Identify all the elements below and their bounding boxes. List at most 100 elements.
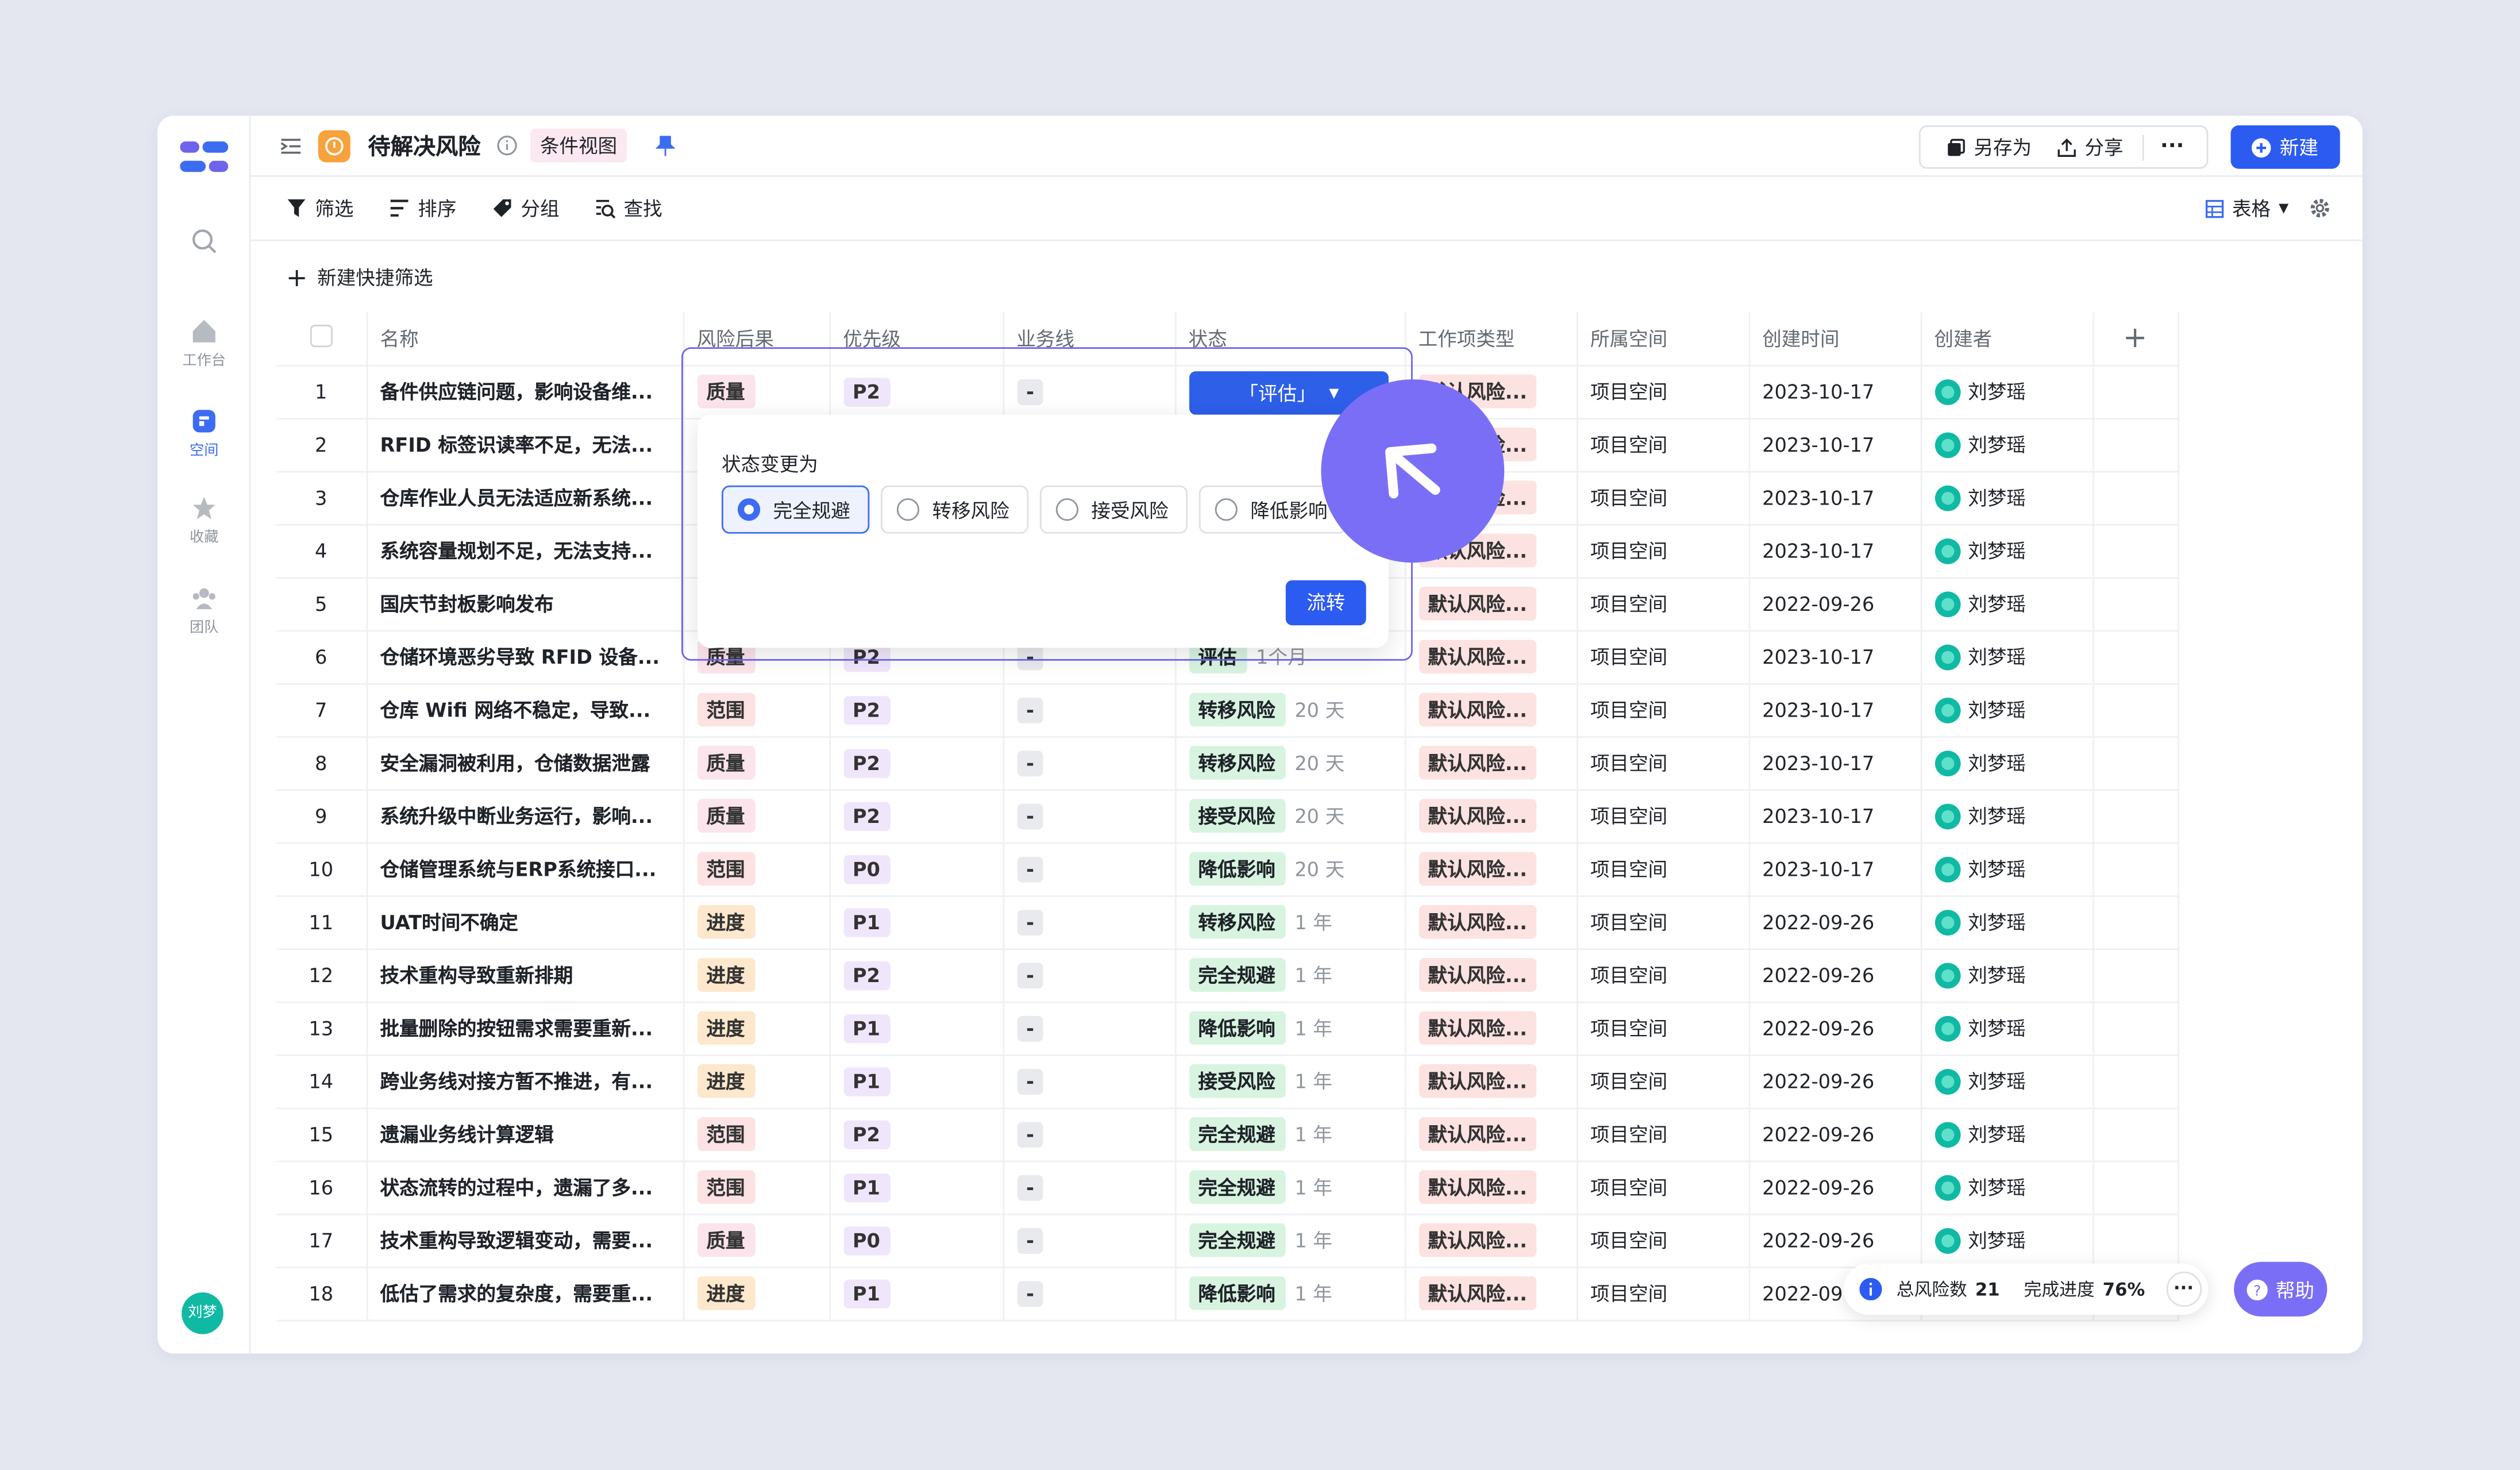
status-cell[interactable]: 接受风险 20 天 [1174, 789, 1406, 844]
creator-cell[interactable]: 刘梦瑶 [1920, 524, 2094, 578]
risk-cell[interactable]: 质量 [683, 1213, 830, 1268]
space-cell[interactable]: 项目空间 [1577, 1054, 1750, 1109]
row-title[interactable]: UAT时间不确定 [366, 895, 684, 949]
space-cell[interactable]: 项目空间 [1577, 577, 1750, 631]
business-line-cell[interactable]: - [1003, 1001, 1176, 1056]
risk-cell[interactable]: 范围 [683, 683, 830, 737]
creator-cell[interactable]: 刘梦瑶 [1920, 683, 2094, 737]
avatar[interactable]: 刘梦 [182, 1292, 224, 1334]
type-cell[interactable]: 默认风险... [1404, 842, 1578, 896]
type-cell[interactable]: 默认风险... [1404, 895, 1578, 949]
status-cell[interactable]: 降低影响 1 年 [1174, 1267, 1406, 1321]
submit-button[interactable]: 流转 [1285, 580, 1366, 626]
date-cell[interactable]: 2022-09-26 [1748, 577, 1922, 631]
creator-cell[interactable]: 刘梦瑶 [1920, 364, 2094, 419]
date-cell[interactable]: 2023-10-17 [1748, 683, 1922, 737]
space-cell[interactable]: 项目空间 [1577, 364, 1750, 419]
status-cell[interactable]: 转移风险 1 年 [1174, 895, 1406, 949]
status-cell[interactable]: 完全规避 1 年 [1174, 1213, 1406, 1268]
space-cell[interactable]: 项目空间 [1577, 948, 1750, 1003]
risk-cell[interactable]: 质量 [683, 789, 830, 844]
row-title[interactable]: 低估了需求的复杂度，需要重... [366, 1267, 684, 1321]
date-cell[interactable]: 2023-10-17 [1748, 471, 1922, 525]
date-cell[interactable]: 2023-10-17 [1748, 364, 1922, 419]
status-cell[interactable]: 转移风险 20 天 [1174, 736, 1406, 790]
type-cell[interactable]: 默认风险... [1404, 1107, 1578, 1161]
creator-cell[interactable]: 刘梦瑶 [1920, 1213, 2094, 1268]
collapse-sidebar-icon[interactable] [280, 134, 302, 157]
save-as-button[interactable]: 另存为 [1933, 133, 2044, 161]
search-icon[interactable] [157, 228, 251, 259]
space-cell[interactable]: 项目空间 [1577, 842, 1750, 896]
sidebar-item-team[interactable]: 团队 [157, 585, 251, 637]
table-row[interactable]: 13 批量删除的按钮需求需要重新... 进度 P1 - 降低影响 1 年 默认风险... 项目空… [276, 1001, 2179, 1056]
priority-cell[interactable]: P2 [829, 1107, 1004, 1161]
date-cell[interactable]: 2023-10-17 [1748, 418, 1922, 472]
row-title[interactable]: 国庆节封板影响发布 [366, 577, 684, 631]
table-row[interactable]: 17 技术重构导致逻辑变动，需要... 质量 P0 - 完全规避 1 年 默认风险... 项目空… [276, 1213, 2179, 1268]
find-button[interactable]: 查找 [595, 194, 662, 222]
table-row[interactable]: 16 状态流转的过程中，遗漏了多... 范围 P1 - 完全规避 1 年 默认风险... 项目空… [276, 1160, 2179, 1215]
status-cell[interactable]: 完全规避 1 年 [1174, 948, 1406, 1003]
table-row[interactable]: 8 安全漏洞被利用，仓储数据泄露 质量 P2 - 转移风险 20 天 默认风险... 项目空间 2… [276, 736, 2179, 790]
business-line-cell[interactable]: - [1003, 1054, 1176, 1109]
status-cell[interactable]: 转移风险 20 天 [1174, 683, 1406, 737]
risk-cell[interactable]: 进度 [683, 948, 830, 1003]
pin-icon[interactable] [656, 134, 675, 157]
group-button[interactable]: 分组 [492, 194, 560, 222]
creator-cell[interactable]: 刘梦瑶 [1920, 895, 2094, 949]
date-cell[interactable]: 2022-09-26 [1748, 948, 1922, 1003]
priority-cell[interactable]: P2 [829, 789, 1004, 844]
risk-cell[interactable]: 质量 [683, 736, 830, 790]
status-cell[interactable]: 降低影响 1 年 [1174, 1001, 1406, 1056]
priority-cell[interactable]: P1 [829, 1054, 1004, 1109]
priority-cell[interactable]: P0 [829, 1213, 1004, 1268]
risk-cell[interactable]: 范围 [683, 1160, 830, 1215]
space-cell[interactable]: 项目空间 [1577, 1001, 1750, 1056]
status-cell[interactable]: 完全规避 1 年 [1174, 1107, 1406, 1161]
type-cell[interactable]: 默认风险... [1404, 736, 1578, 790]
table-row[interactable]: 7 仓库 Wifi 网络不稳定，导致... 范围 P2 - 转移风险 20 天 默认风险...… [276, 683, 2179, 737]
priority-cell[interactable]: P2 [829, 736, 1004, 790]
date-cell[interactable]: 2023-10-17 [1748, 789, 1922, 844]
row-title[interactable]: 技术重构导致逻辑变动，需要... [366, 1213, 684, 1268]
business-line-cell[interactable]: - [1003, 1107, 1176, 1161]
col-header[interactable]: 名称 [366, 311, 684, 366]
quick-filter-button[interactable]: + 新建快捷筛选 [286, 264, 433, 291]
risk-cell[interactable]: 进度 [683, 1267, 830, 1321]
date-cell[interactable]: 2023-10-17 [1748, 842, 1922, 896]
priority-cell[interactable]: P1 [829, 895, 1004, 949]
space-cell[interactable]: 项目空间 [1577, 630, 1750, 684]
creator-cell[interactable]: 刘梦瑶 [1920, 1160, 2094, 1215]
risk-cell[interactable]: 范围 [683, 1107, 830, 1161]
row-title[interactable]: 批量删除的按钮需求需要重新... [366, 1001, 684, 1056]
date-cell[interactable]: 2022-09-26 [1748, 1001, 1922, 1056]
status-cell[interactable]: 接受风险 1 年 [1174, 1054, 1406, 1109]
date-cell[interactable]: 2023-10-17 [1748, 524, 1922, 578]
table-row[interactable]: 14 跨业务线对接方暂不推进，有... 进度 P1 - 接受风险 1 年 默认风险... 项目空… [276, 1054, 2179, 1109]
space-cell[interactable]: 项目空间 [1577, 895, 1750, 949]
table-row[interactable]: 11 UAT时间不确定 进度 P1 - 转移风险 1 年 默认风险... 项目空间 2022-09… [276, 895, 2179, 949]
info-icon[interactable] [496, 135, 517, 156]
creator-cell[interactable]: 刘梦瑶 [1920, 630, 2094, 684]
creator-cell[interactable]: 刘梦瑶 [1920, 471, 2094, 525]
priority-cell[interactable]: P1 [829, 1001, 1004, 1056]
table-row[interactable]: 12 技术重构导致重新排期 进度 P2 - 完全规避 1 年 默认风险... 项目空间 2022-… [276, 948, 2179, 1003]
help-button[interactable]: ? 帮助 [2234, 1261, 2328, 1317]
view-tag[interactable]: 条件视图 [530, 128, 627, 163]
row-title[interactable]: 跨业务线对接方暂不推进，有... [366, 1054, 684, 1109]
view-switcher[interactable]: 表格 ▼ [2205, 194, 2288, 222]
space-cell[interactable]: 项目空间 [1577, 683, 1750, 737]
creator-cell[interactable]: 刘梦瑶 [1920, 789, 2094, 844]
space-cell[interactable]: 项目空间 [1577, 1213, 1750, 1268]
row-title[interactable]: 状态流转的过程中，遗漏了多... [366, 1160, 684, 1215]
business-line-cell[interactable]: - [1003, 895, 1176, 949]
sidebar-item-workbench[interactable]: 工作台 [157, 318, 251, 370]
col-header[interactable]: 创建时间 [1748, 311, 1922, 366]
priority-cell[interactable]: P0 [829, 842, 1004, 896]
date-cell[interactable]: 2023-10-17 [1748, 736, 1922, 790]
row-title[interactable]: 仓储管理系统与ERP系统接口... [366, 842, 684, 896]
date-cell[interactable]: 2022-09-26 [1748, 1107, 1922, 1161]
table-row[interactable]: 10 仓储管理系统与ERP系统接口... 范围 P0 - 降低影响 20 天 默认风险... 项… [276, 842, 2179, 896]
date-cell[interactable]: 2022-09-26 [1748, 1054, 1922, 1109]
